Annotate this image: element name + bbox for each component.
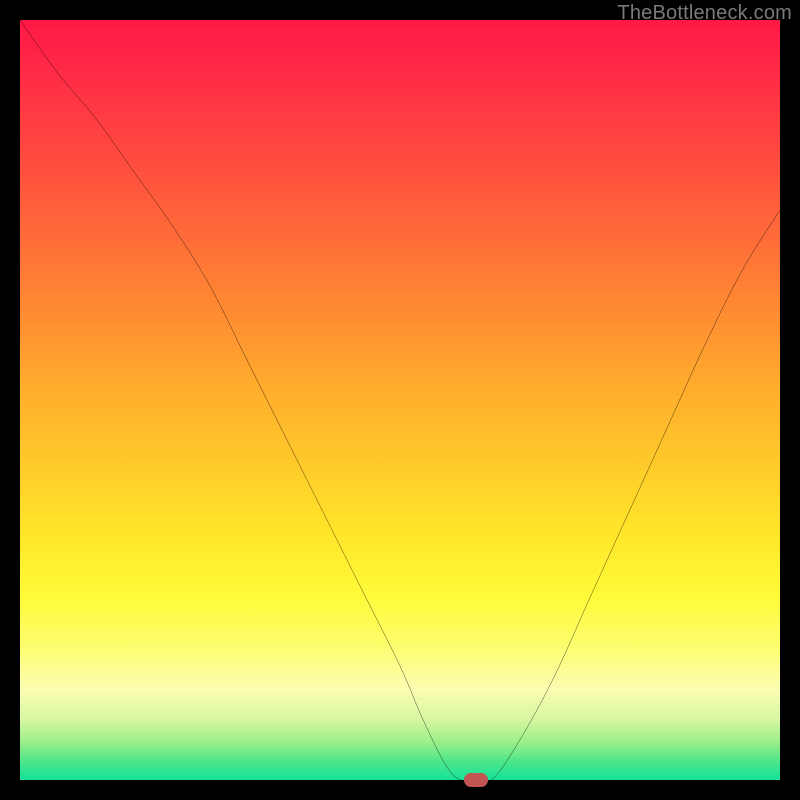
chart-root: TheBottleneck.com xyxy=(0,0,800,800)
bottleneck-curve xyxy=(20,20,780,780)
curve-layer xyxy=(20,20,780,780)
optimal-point-marker xyxy=(464,773,488,787)
plot-area xyxy=(20,20,780,780)
